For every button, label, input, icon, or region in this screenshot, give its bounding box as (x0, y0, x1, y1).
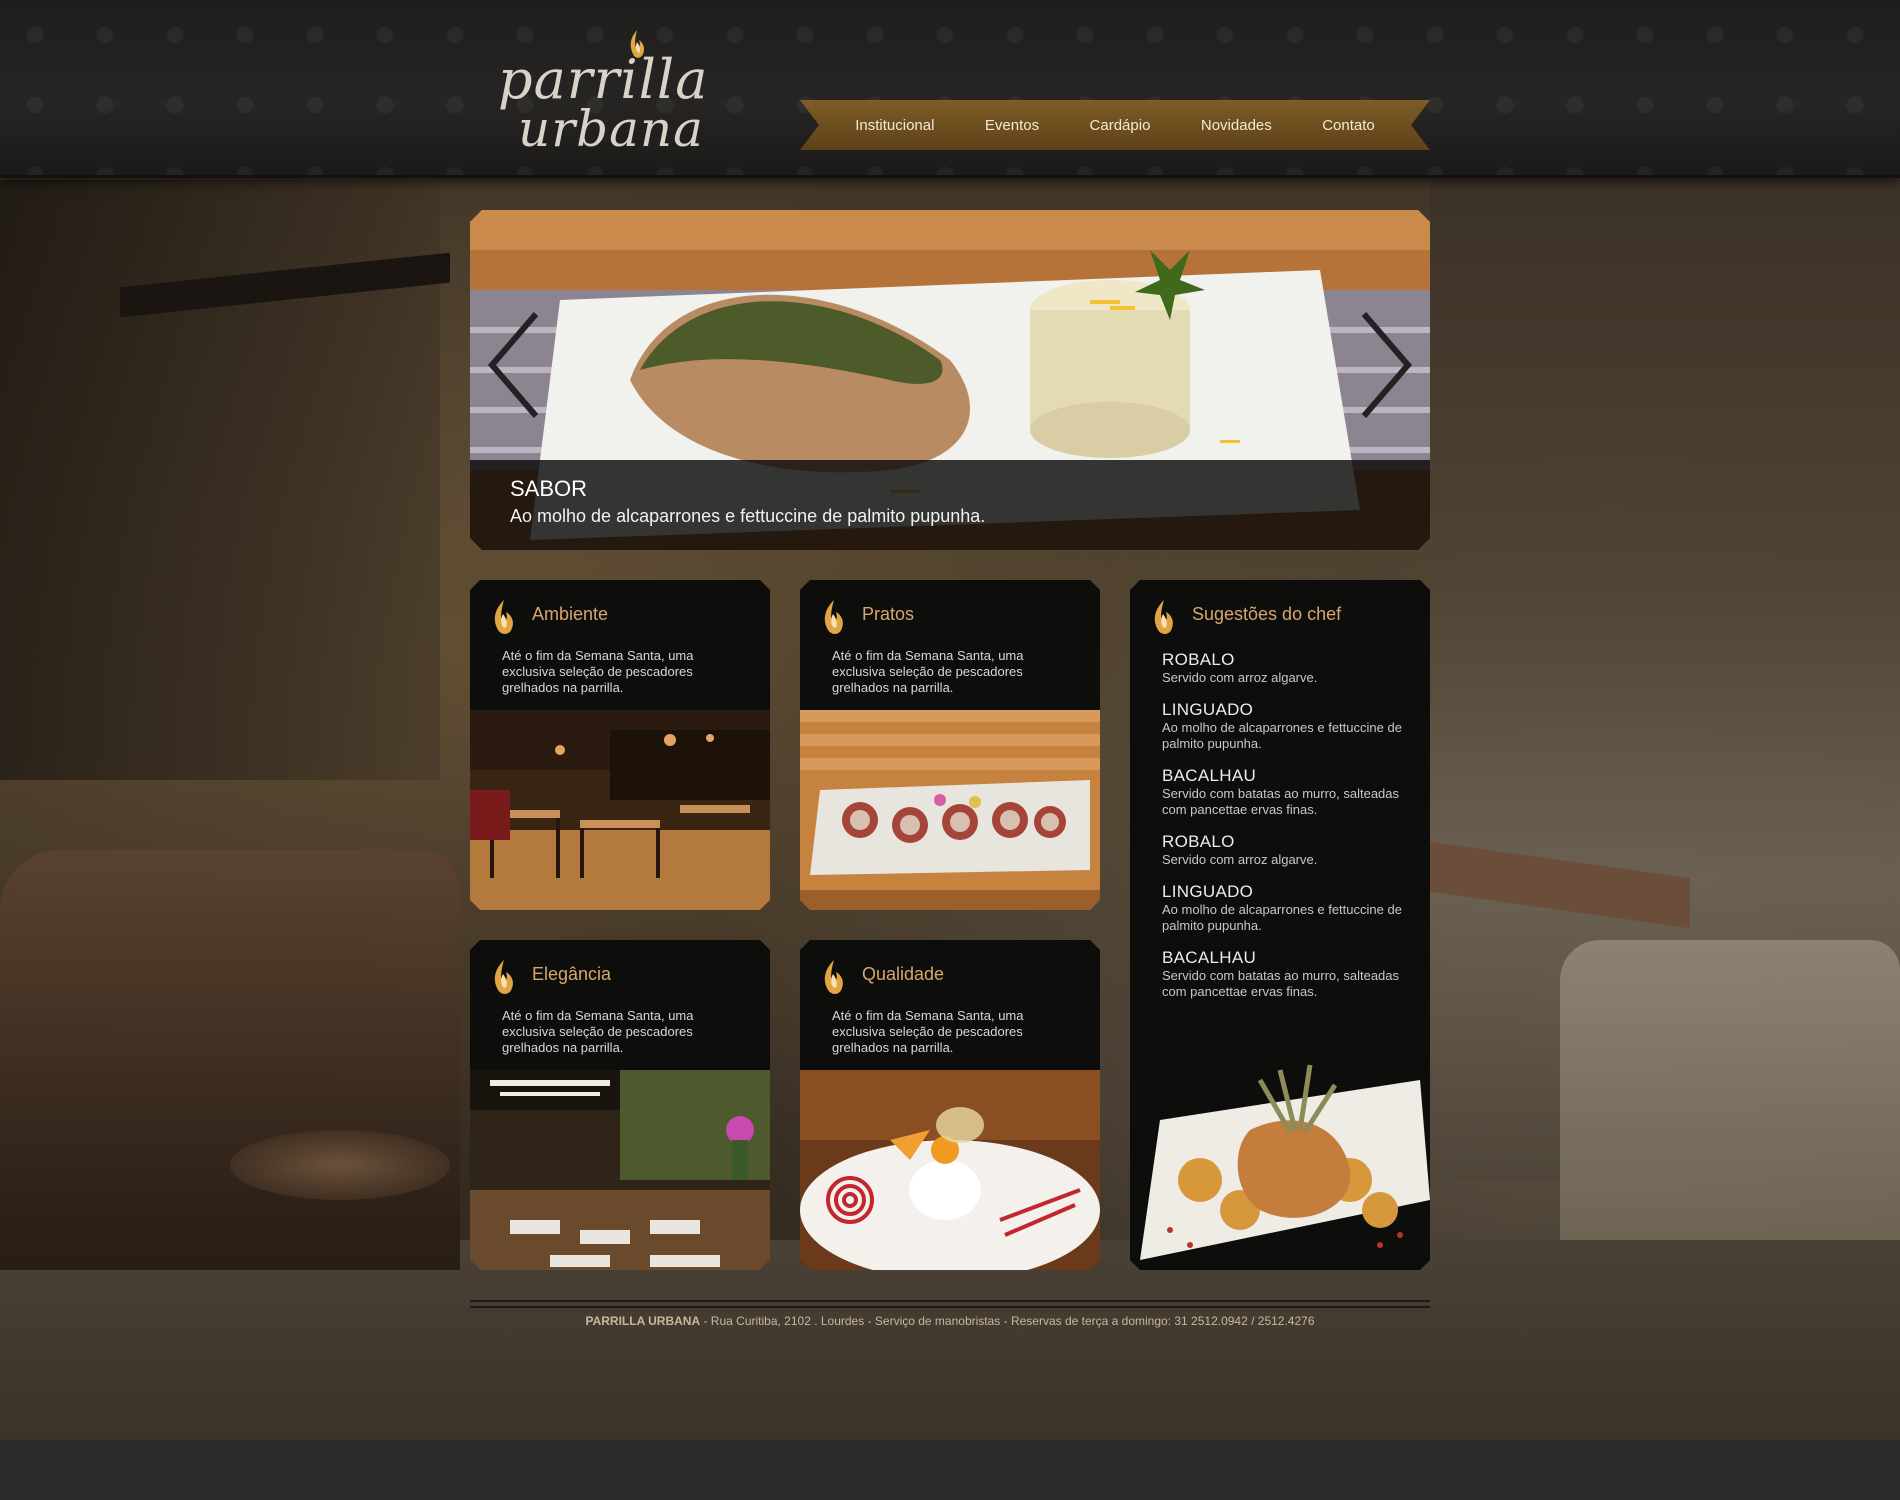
nav-item-eventos[interactable]: Eventos (985, 117, 1039, 134)
logo-text-line2: urbana (518, 100, 704, 158)
chef-item-name: ROBALO (1162, 650, 1235, 669)
chef-item-name: BACALHAU (1162, 766, 1257, 785)
chef-item[interactable]: BACALHAU Servido com batatas ao murro, s… (1162, 948, 1412, 1000)
card-text: Até o fim da Semana Santa, uma exclusiva… (502, 1008, 694, 1055)
slider-subtitle: Ao molho de alcaparrones e fettuccine de… (510, 506, 986, 526)
chef-item[interactable]: ROBALO Servido com arroz algarve. (1162, 832, 1412, 868)
chef-item[interactable]: LINGUADO Ao molho de alcaparrones e fett… (1162, 882, 1412, 934)
main-nav: Institucional Eventos Cardápio Novidades… (800, 100, 1430, 150)
footer-brand: PARRILLA URBANA (585, 1314, 701, 1328)
flame-icon (1150, 598, 1176, 638)
chef-item-name: ROBALO (1162, 832, 1235, 851)
chevron-right-icon[interactable] (1356, 310, 1416, 420)
nav-item-novidades[interactable]: Novidades (1201, 117, 1272, 134)
card-text: Até o fim da Semana Santa, uma exclusiva… (502, 648, 694, 695)
card-image-plated-dish (800, 710, 1100, 910)
nav-item-contato[interactable]: Contato (1322, 117, 1375, 134)
card-header: Qualidade (800, 940, 1100, 1000)
bg-sofa (0, 850, 460, 1270)
chef-item[interactable]: ROBALO Servido com arroz algarve. (1162, 650, 1412, 686)
chef-suggestions-panel: Sugestões do chef ROBALO Servido com arr… (1130, 580, 1430, 1270)
nav-item-institucional[interactable]: Institucional (855, 117, 934, 134)
logo[interactable]: parrilla urbana (488, 28, 748, 158)
card-header: Elegância (470, 940, 770, 1000)
card-ambiente[interactable]: Ambiente Até o fim da Semana Santa, uma … (470, 580, 770, 910)
bg-chair (1560, 940, 1900, 1240)
card-pratos[interactable]: Pratos Até o fim da Semana Santa, uma ex… (800, 580, 1100, 910)
site-header: parrilla urbana Institucional Eventos Ca… (0, 0, 1900, 178)
card-image-dining-room (470, 1070, 770, 1270)
hero-slider: SABOR Ao molho de alcaparrones e fettucc… (470, 210, 1430, 550)
chef-item[interactable]: BACALHAU Servido com batatas ao murro, s… (1162, 766, 1412, 818)
flame-icon (820, 598, 846, 638)
chef-item-desc: Servido com batatas ao murro, salteadas … (1162, 786, 1400, 817)
flame-icon (490, 598, 516, 638)
card-header: Pratos (800, 580, 1100, 640)
footer-divider (470, 1300, 1430, 1308)
flame-icon (490, 958, 516, 998)
card-header: Ambiente (470, 580, 770, 640)
card-elegancia[interactable]: Elegância Até o fim da Semana Santa, uma… (470, 940, 770, 1270)
chef-item-name: LINGUADO (1162, 882, 1254, 901)
chevron-left-icon[interactable] (484, 310, 544, 420)
card-image-dessert (800, 1070, 1100, 1270)
nav-item-cardapio[interactable]: Cardápio (1090, 117, 1151, 134)
card-title: Elegância (532, 964, 612, 984)
chef-item-name: LINGUADO (1162, 700, 1254, 719)
chef-item-desc: Ao molho de alcaparrones e fettuccine de… (1162, 720, 1402, 751)
chef-item-desc: Servido com arroz algarve. (1162, 670, 1318, 685)
chef-item[interactable]: LINGUADO Ao molho de alcaparrones e fett… (1162, 700, 1412, 752)
bg-stool (230, 1130, 450, 1200)
chef-list: ROBALO Servido com arroz algarve. LINGUA… (1162, 650, 1412, 1014)
chef-header: Sugestões do chef (1130, 580, 1430, 640)
card-title: Pratos (862, 604, 915, 624)
main-content: SABOR Ao molho de alcaparrones e fettucc… (468, 180, 1432, 1450)
chef-item-desc: Servido com batatas ao murro, salteadas … (1162, 968, 1400, 999)
chef-item-name: BACALHAU (1162, 948, 1257, 967)
flame-icon (820, 958, 846, 998)
card-image-restaurant-interior (470, 710, 770, 910)
card-title: Qualidade (862, 964, 945, 984)
slider-title: SABOR (510, 476, 588, 501)
card-qualidade[interactable]: Qualidade Até o fim da Semana Santa, uma… (800, 940, 1100, 1270)
chef-title: Sugestões do chef (1192, 604, 1342, 624)
card-title: Ambiente (532, 604, 609, 624)
footer-address: - Rua Curitiba, 2102 . Lourdes - Serviço… (700, 1314, 1315, 1328)
card-text: Até o fim da Semana Santa, uma exclusiva… (832, 1008, 1024, 1055)
card-text: Até o fim da Semana Santa, uma exclusiva… (832, 648, 1024, 695)
slider-caption: SABOR Ao molho de alcaparrones e fettucc… (470, 460, 1430, 550)
footer: PARRILLA URBANA - Rua Curitiba, 2102 . L… (468, 1314, 1432, 1328)
chef-item-desc: Ao molho de alcaparrones e fettuccine de… (1162, 902, 1402, 933)
chef-item-desc: Servido com arroz algarve. (1162, 852, 1318, 867)
chef-image-grilled-fish (1130, 1060, 1430, 1270)
